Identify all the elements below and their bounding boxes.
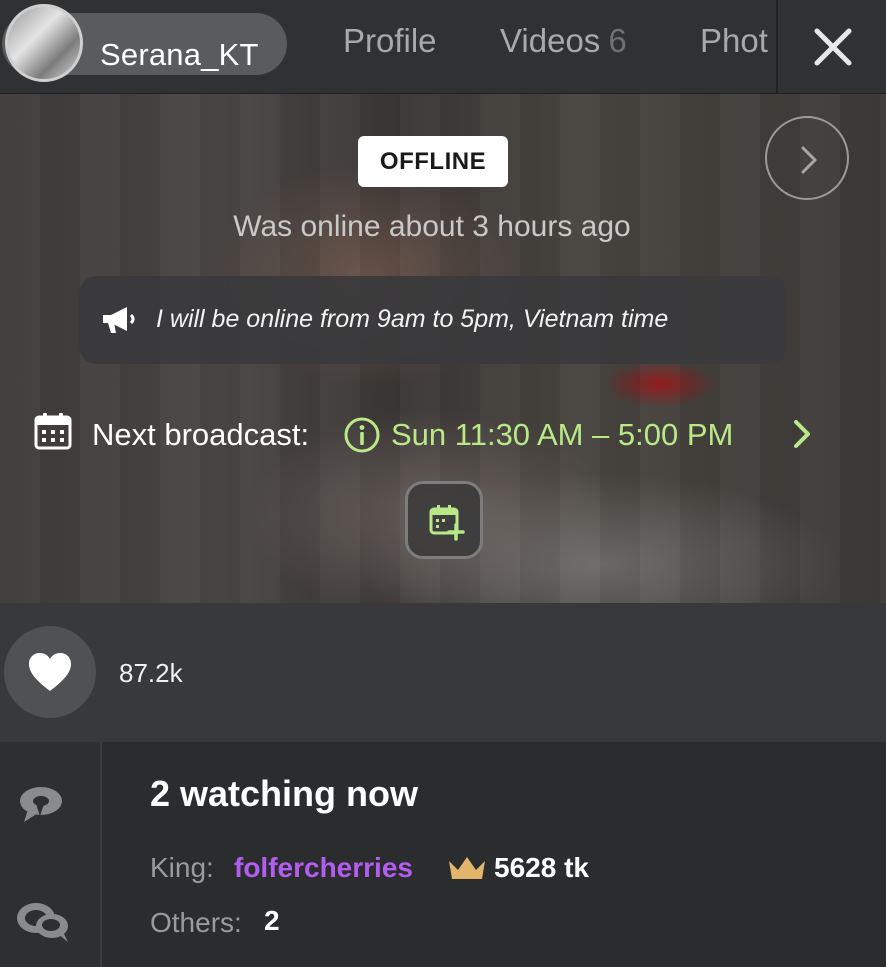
close-icon — [814, 28, 852, 66]
tab-photos-label: Phot — [700, 22, 768, 59]
chevron-right-icon — [801, 146, 817, 174]
watching-section: 2 watching now King: folfercherries 5628… — [0, 742, 886, 967]
likes-count: 87.2k — [119, 658, 183, 688]
chat-icon[interactable] — [18, 784, 64, 824]
king-row: King: folfercherries 5628 tk — [150, 849, 850, 885]
avatar[interactable] — [5, 4, 83, 82]
others-row: Others: 2 — [150, 904, 450, 940]
others-count: 2 — [264, 905, 280, 936]
tab-videos-label: Videos — [500, 22, 601, 59]
others-label: Others: — [150, 907, 242, 938]
calendar-add-icon — [429, 505, 465, 541]
people-icon[interactable] — [14, 900, 72, 944]
tab-profile-label: Profile — [343, 22, 437, 59]
megaphone-icon — [103, 307, 135, 333]
king-label: King: — [150, 852, 214, 883]
watching-sidebar — [0, 742, 102, 967]
watching-count-title: 2 watching now — [150, 773, 419, 814]
tab-videos-count: 6 — [608, 22, 627, 59]
king-username-link[interactable]: folfercherries — [234, 852, 413, 884]
like-button[interactable] — [4, 626, 96, 718]
username: Serana_KT — [100, 37, 259, 72]
next-button[interactable] — [765, 116, 849, 200]
next-broadcast-label: Next broadcast: — [92, 417, 310, 452]
tab-videos[interactable]: Videos 6 — [500, 22, 627, 60]
status-badge: OFFLINE — [358, 136, 508, 187]
info-icon — [344, 417, 380, 453]
stream-preview: OFFLINE Was online about 3 hours ago I w… — [0, 94, 886, 603]
tab-profile[interactable]: Profile — [343, 22, 437, 60]
next-broadcast-row[interactable]: Next broadcast: Sun 11:30 AM – 5:00 PM — [34, 412, 834, 456]
close-button[interactable] — [776, 0, 886, 93]
announcement-text: I will be online from 9am to 5pm, Vietna… — [156, 305, 669, 333]
add-to-calendar-button[interactable] — [405, 481, 483, 559]
last-seen-text: Was online about 3 hours ago — [233, 210, 631, 243]
king-tokens: 5628 tk — [494, 852, 589, 883]
calendar-icon — [34, 413, 72, 450]
next-broadcast-time: Sun 11:30 AM – 5:00 PM — [391, 417, 734, 452]
chevron-right-icon — [794, 420, 810, 448]
likes-bar: 87.2k — [0, 603, 886, 742]
announcement-box: I will be online from 9am to 5pm, Vietna… — [79, 276, 787, 364]
crown-icon — [449, 857, 485, 879]
heart-icon — [29, 653, 71, 691]
top-bar: Serana_KT Profile Videos 6 Phot — [0, 0, 886, 94]
tab-photos[interactable]: Phot — [700, 22, 776, 60]
